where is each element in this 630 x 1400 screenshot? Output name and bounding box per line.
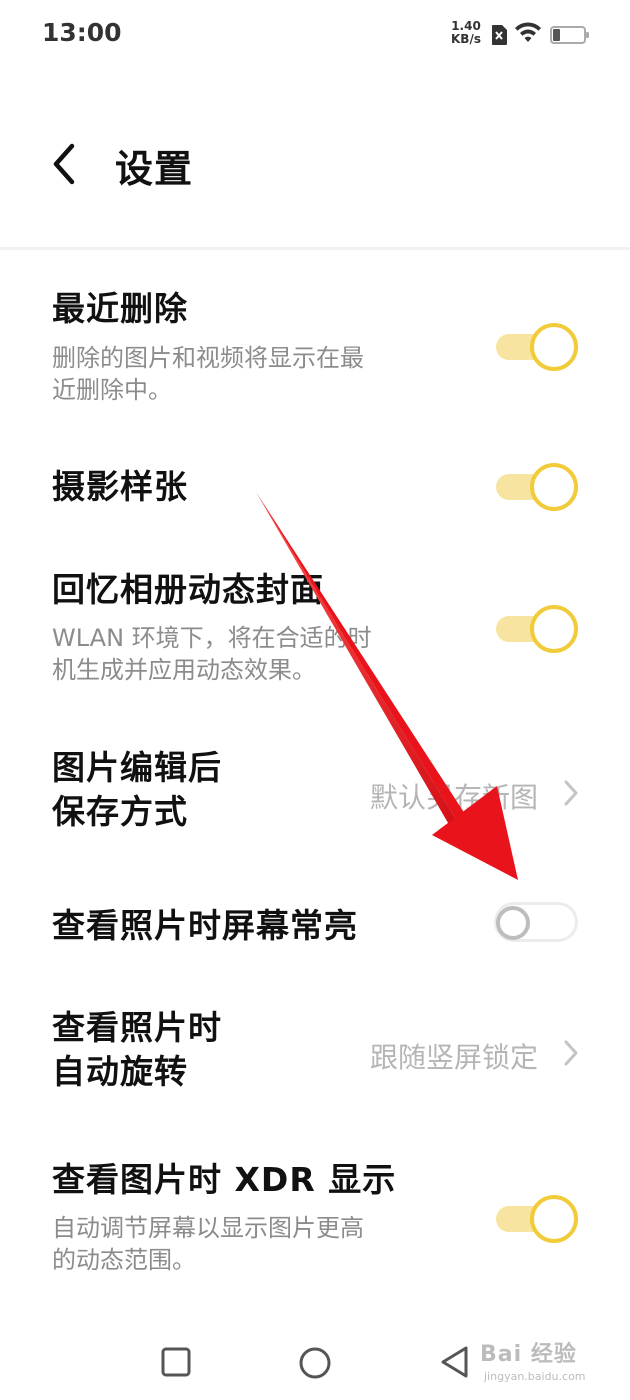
setting-description: 删除的图片和视频将显示在最 近删除中。: [52, 342, 442, 406]
chevron-right-icon: [564, 780, 578, 806]
setting-title: 摄影样张: [52, 467, 188, 506]
setting-title: 最近删除: [52, 289, 188, 328]
back-triangle-icon[interactable]: [438, 1344, 470, 1380]
keep-screen-on-toggle[interactable]: [494, 898, 580, 946]
toggle-knob: [530, 323, 578, 371]
setting-keep-screen-on[interactable]: 查看照片时屏幕常亮: [0, 880, 630, 970]
setting-description-line: 自动调节屏幕以显示图片更高: [52, 1214, 364, 1242]
status-bar: 13:00 1.40 KB/s: [0, 0, 630, 70]
setting-description: WLAN 环境下，将在合适的时 机生成并应用动态效果。: [52, 622, 442, 686]
setting-title-line: 查看照片时: [52, 1008, 222, 1047]
chevron-right-icon: [564, 1040, 578, 1066]
recents-square-icon[interactable]: [160, 1346, 192, 1378]
setting-edit-save-mode[interactable]: 图片编辑后 保存方式 默认另存新图: [0, 740, 630, 850]
page-title: 设置: [115, 147, 194, 191]
header-divider: [0, 247, 630, 250]
xdr-display-toggle[interactable]: [494, 1194, 580, 1243]
photo-samples-toggle[interactable]: [494, 462, 580, 511]
setting-title-line: 保存方式: [52, 792, 188, 831]
setting-memory-album-cover[interactable]: 回忆相册动态封面 WLAN 环境下，将在合适的时 机生成并应用动态效果。: [0, 560, 630, 700]
toggle-knob: [530, 463, 578, 511]
setting-description-line: WLAN 环境下，将在合适的时: [52, 624, 372, 652]
setting-xdr-display[interactable]: 查看图片时 XDR 显示 自动调节屏幕以显示图片更高 的动态范围。: [0, 1150, 630, 1290]
watermark-main: Bai 经验: [480, 1342, 577, 1367]
toggle-knob: [496, 906, 530, 940]
network-speed-unit: KB/s: [451, 32, 481, 46]
setting-title: 查看照片时 自动旋转: [52, 1006, 222, 1094]
toggle-knob: [530, 1195, 578, 1243]
baidu-watermark: Bai 经验 jingyan.baidu.com: [480, 1330, 620, 1390]
setting-description-line: 删除的图片和视频将显示在最: [52, 344, 364, 372]
chevron-left-icon[interactable]: [48, 140, 82, 188]
setting-photo-samples[interactable]: 摄影样张: [0, 440, 630, 530]
recently-deleted-toggle[interactable]: [494, 322, 580, 371]
setting-title: 回忆相册动态封面: [52, 570, 324, 609]
setting-title-line: 图片编辑后: [52, 748, 222, 787]
setting-title: 查看图片时 XDR 显示: [52, 1160, 397, 1199]
setting-recently-deleted[interactable]: 最近删除 删除的图片和视频将显示在最 近删除中。: [0, 280, 630, 410]
setting-value: 跟随竖屏锁定: [369, 1041, 538, 1074]
memory-album-cover-toggle[interactable]: [494, 604, 580, 653]
setting-title-line: 自动旋转: [52, 1052, 188, 1091]
setting-description-line: 近删除中。: [52, 376, 172, 404]
setting-description: 自动调节屏幕以显示图片更高 的动态范围。: [52, 1212, 442, 1276]
network-speed: 1.40 KB/s: [448, 20, 484, 46]
setting-description-line: 机生成并应用动态效果。: [52, 656, 316, 684]
setting-description-line: 的动态范围。: [52, 1246, 196, 1274]
wifi-icon: [515, 22, 541, 42]
toggle-knob: [530, 605, 578, 653]
home-circle-icon[interactable]: [298, 1346, 332, 1380]
setting-value: 默认另存新图: [369, 781, 538, 814]
status-time: 13:00: [42, 18, 122, 47]
sim-off-icon: [492, 25, 507, 45]
setting-auto-rotate[interactable]: 查看照片时 自动旋转 跟随竖屏锁定: [0, 1000, 630, 1110]
setting-title: 查看照片时屏幕常亮: [52, 906, 358, 945]
setting-title: 图片编辑后 保存方式: [52, 746, 222, 834]
battery-icon: [550, 26, 589, 44]
watermark-sub: jingyan.baidu.com: [484, 1370, 586, 1383]
